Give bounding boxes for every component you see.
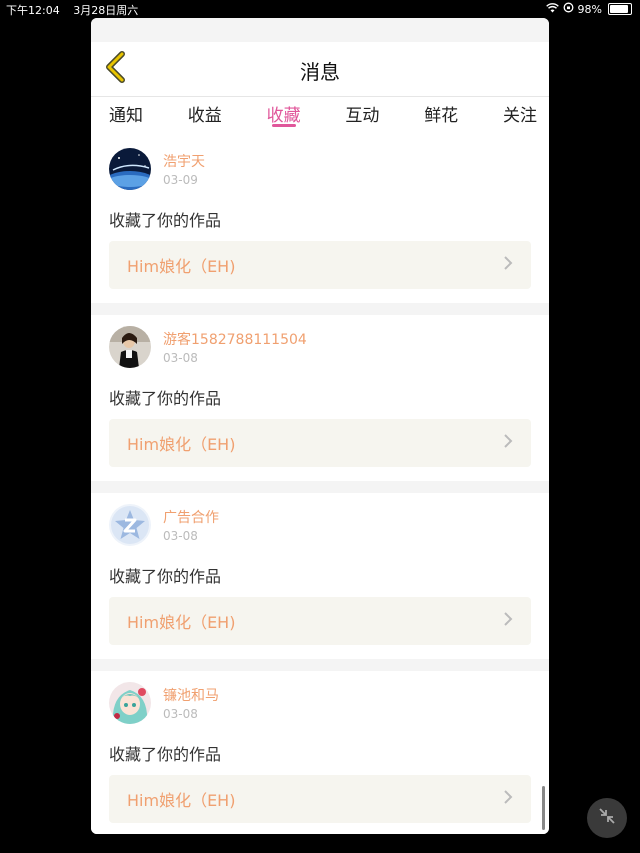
chevron-right-icon: [503, 433, 513, 453]
minimize-button[interactable]: [587, 798, 627, 838]
page-title: 消息: [300, 60, 340, 84]
timestamp: 03-08: [163, 707, 198, 721]
status-time: 下午12:04: [6, 4, 60, 17]
messages-panel: 消息 通知 收益 收藏 互动 鲜花 关注 浩宇天 03-09 收藏了你的作品 H…: [91, 18, 549, 834]
work-title: Him娘化（EH): [127, 791, 236, 810]
timestamp: 03-08: [163, 529, 198, 543]
action-text: 收藏了你的作品: [109, 389, 222, 408]
orientation-lock-icon: [563, 2, 574, 16]
status-date: 3月28日周六: [73, 4, 139, 17]
status-bar: 下午12:04 3月28日周六 98%: [0, 0, 640, 18]
tab-flowers[interactable]: 鲜花: [424, 97, 458, 137]
tab-earnings[interactable]: 收益: [188, 97, 222, 137]
username[interactable]: 游客1582788111504: [163, 329, 307, 349]
username[interactable]: 广告合作: [163, 507, 219, 527]
avatar[interactable]: [109, 504, 151, 546]
avatar[interactable]: [109, 148, 151, 190]
tab-bar: 通知 收益 收藏 互动 鲜花 关注: [91, 97, 549, 137]
collapse-arrows-icon: [597, 806, 617, 830]
chevron-right-icon: [503, 789, 513, 809]
tab-interaction[interactable]: 互动: [345, 97, 379, 137]
work-link[interactable]: Him娘化（EH): [109, 241, 531, 289]
timestamp: 03-08: [163, 351, 198, 365]
work-link[interactable]: Him娘化（EH): [109, 597, 531, 645]
username[interactable]: 镰池和马: [163, 685, 219, 705]
tab-favorites[interactable]: 收藏: [267, 97, 301, 137]
avatar[interactable]: [109, 682, 151, 724]
favorites-list: 浩宇天 03-09 收藏了你的作品 Him娘化（EH) 游客1582788111…: [91, 137, 549, 834]
nav-header: 消息: [91, 42, 549, 97]
timestamp: 03-09: [163, 173, 198, 187]
tab-notice[interactable]: 通知: [109, 97, 143, 137]
chevron-right-icon: [503, 255, 513, 275]
action-text: 收藏了你的作品: [109, 567, 222, 586]
action-text: 收藏了你的作品: [109, 745, 222, 764]
action-text: 收藏了你的作品: [109, 211, 222, 230]
tab-follow[interactable]: 关注: [503, 97, 537, 137]
work-title: Him娘化（EH): [127, 257, 236, 276]
scrollbar[interactable]: [542, 786, 545, 830]
wifi-icon: [545, 2, 559, 16]
list-item: 浩宇天 03-09 收藏了你的作品 Him娘化（EH): [91, 137, 549, 303]
list-item: 广告合作 03-08 收藏了你的作品 Him娘化（EH): [91, 493, 549, 659]
list-item: 游客1582788111504 03-08 收藏了你的作品 Him娘化（EH): [91, 315, 549, 481]
battery-icon: [608, 3, 632, 15]
work-title: Him娘化（EH): [127, 435, 236, 454]
username[interactable]: 浩宇天: [163, 151, 205, 171]
avatar[interactable]: [109, 326, 151, 368]
work-title: Him娘化（EH): [127, 613, 236, 632]
chevron-right-icon: [503, 611, 513, 631]
battery-percent: 98%: [577, 2, 602, 16]
work-link[interactable]: Him娘化（EH): [109, 419, 531, 467]
work-link[interactable]: Him娘化（EH): [109, 775, 531, 823]
list-item: 镰池和马 03-08 收藏了你的作品 Him娘化（EH): [91, 671, 549, 834]
